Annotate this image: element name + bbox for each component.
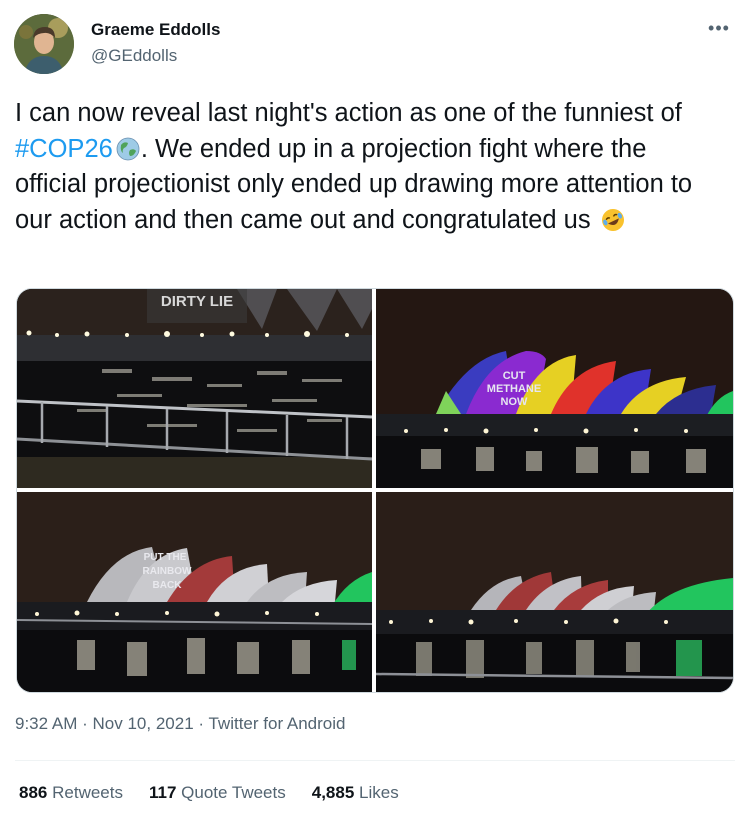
author-display-name[interactable]: Graeme Eddolls xyxy=(91,20,220,40)
tweet-source[interactable]: Twitter for Android xyxy=(208,714,345,733)
earth-globe-icon xyxy=(115,136,141,162)
meta-separator: · xyxy=(198,714,205,733)
photo-1-projection-text: DIRTY LIE xyxy=(161,293,233,310)
avatar[interactable] xyxy=(14,14,74,74)
tweet-date[interactable]: Nov 10, 2021 xyxy=(93,714,194,733)
photo-2-projection-line3: NOW xyxy=(501,396,529,408)
photo-2-projection-line2: METHANE xyxy=(487,383,541,395)
engagement-stats: 886 Retweets 117 Quote Tweets 4,885 Like… xyxy=(19,783,425,803)
retweets-stat[interactable]: 886 Retweets xyxy=(19,783,123,803)
tweet-text: I can now reveal last night's action as … xyxy=(15,96,725,238)
likes-label: Likes xyxy=(359,783,399,802)
photo-4[interactable] xyxy=(376,492,733,692)
likes-count: 4,885 xyxy=(311,783,355,802)
hashtag-link[interactable]: #COP26 xyxy=(15,135,113,163)
photo-3-projection-line3: BACK xyxy=(153,580,183,591)
retweets-label: Retweets xyxy=(52,783,123,802)
likes-stat[interactable]: 4,885 Likes xyxy=(312,783,399,803)
quote-tweets-count: 117 xyxy=(148,783,177,802)
tweet-time[interactable]: 9:32 AM xyxy=(15,714,77,733)
photo-1[interactable]: DIRTY LIE xyxy=(17,289,372,488)
quote-tweets-stat[interactable]: 117 Quote Tweets xyxy=(149,783,286,803)
photo-3-projection-line2: RAINBOW xyxy=(143,566,192,577)
more-options-icon[interactable]: ••• xyxy=(704,18,734,38)
author-handle[interactable]: @GEddolls xyxy=(91,46,177,66)
divider xyxy=(15,760,735,761)
tweet-text-before: I can now reveal last night's action as … xyxy=(15,99,682,127)
meta-separator: · xyxy=(82,714,88,733)
retweets-count: 886 xyxy=(19,783,48,802)
photo-2[interactable]: CUT METHANE NOW xyxy=(376,289,733,488)
tweet-timestamp-row: 9:32 AM · Nov 10, 2021 · Twitter for And… xyxy=(15,714,346,734)
photo-3[interactable]: PUT THE RAINBOW BACK xyxy=(17,492,372,692)
photo-2-projection-line1: CUT xyxy=(503,370,526,382)
media-grid: DIRTY LIE CUT METHANE NOW PUT THE RAINBO… xyxy=(16,288,734,693)
photo-3-projection-line1: PUT THE xyxy=(144,552,187,563)
quote-tweets-label: Quote Tweets xyxy=(181,783,286,802)
rolling-on-floor-laughing-icon xyxy=(600,207,626,233)
